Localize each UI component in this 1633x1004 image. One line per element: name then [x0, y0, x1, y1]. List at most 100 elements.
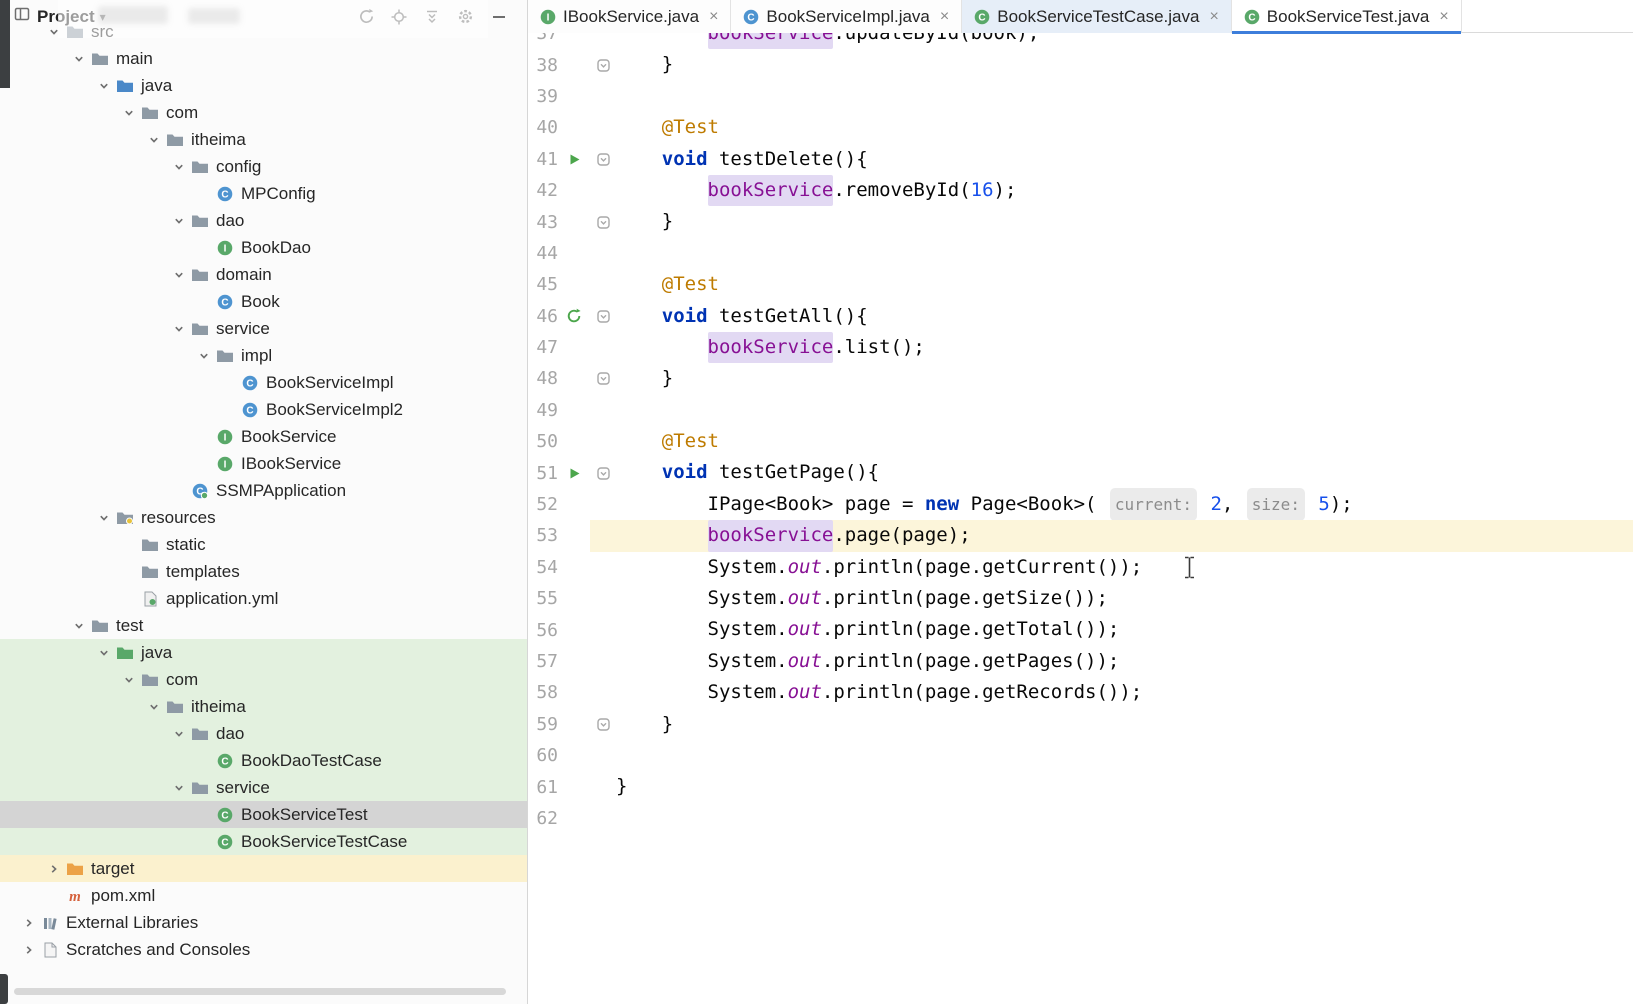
tree-item-external-libraries[interactable]: External Libraries	[0, 909, 528, 936]
code-text[interactable]	[616, 395, 1633, 426]
code-text[interactable]: @Test	[616, 269, 1633, 300]
code-text[interactable]: void testGetPage(){	[616, 457, 1633, 488]
chevron-expanded-icon[interactable]	[68, 53, 90, 65]
tree-item-target[interactable]: target	[0, 855, 528, 882]
rerun-test-icon[interactable]	[558, 308, 590, 324]
run-test-icon[interactable]	[558, 467, 590, 480]
code-text[interactable]: }	[616, 363, 1633, 394]
code-editor[interactable]: 37 bookService .updateById(book); 38 } 39 40…	[528, 33, 1633, 1004]
tree-item-itheima[interactable]: itheima	[0, 693, 528, 720]
code-text[interactable]: }	[616, 49, 1633, 80]
chevron-expanded-icon[interactable]	[43, 26, 65, 38]
code-text[interactable]	[616, 740, 1633, 771]
code-text[interactable]: }	[616, 206, 1633, 237]
chevron-expanded-icon[interactable]	[168, 782, 190, 794]
fold-region-icon[interactable]	[590, 206, 616, 237]
code-text[interactable]: System. out .println(page.getSize());	[616, 583, 1633, 614]
tree-item-scratches-and-consoles[interactable]: Scratches and Consoles	[0, 936, 528, 963]
fold-region-icon[interactable]	[590, 301, 616, 332]
fold-region-icon[interactable]	[590, 709, 616, 740]
tree-item-bookserviceimpl[interactable]: C BookServiceImpl	[0, 369, 528, 396]
chevron-expanded-icon[interactable]	[168, 269, 190, 281]
tree-item-impl[interactable]: impl	[0, 342, 528, 369]
tree-item-pom-xml[interactable]: m pom.xml	[0, 882, 528, 909]
tree-item-resources[interactable]: resources	[0, 504, 528, 531]
close-icon[interactable]: ×	[1439, 8, 1448, 25]
tab-bookserviceimpl-java[interactable]: C BookServiceImpl.java ×	[731, 0, 963, 33]
tree-item-service[interactable]: service	[0, 315, 528, 342]
chevron-expanded-icon[interactable]	[168, 728, 190, 740]
tree-item-itheima[interactable]: itheima	[0, 126, 528, 153]
chevron-expanded-icon[interactable]	[118, 107, 140, 119]
tree-item-config[interactable]: config	[0, 153, 528, 180]
code-text[interactable]	[616, 81, 1633, 112]
tree-item-bookservicetest[interactable]: C BookServiceTest	[0, 801, 528, 828]
tree-item-bookservicetestcase[interactable]: C BookServiceTestCase	[0, 828, 528, 855]
tree-item-service[interactable]: service	[0, 774, 528, 801]
code-text[interactable]: void testDelete(){	[616, 144, 1633, 175]
code-text[interactable]: @Test	[616, 426, 1633, 457]
tree-item-static[interactable]: static	[0, 531, 528, 558]
tree-item-templates[interactable]: templates	[0, 558, 528, 585]
chevron-collapsed-icon[interactable]	[43, 863, 65, 875]
code-text[interactable]: System. out .println(page.getRecords());	[616, 677, 1633, 708]
code-text[interactable]: void testGetAll(){	[616, 301, 1633, 332]
tree-item-java[interactable]: java	[0, 72, 528, 99]
code-text[interactable]: System. out .println(page.getTotal());	[616, 614, 1633, 645]
fold-region-icon[interactable]	[590, 49, 616, 80]
tree-item-mpconfig[interactable]: C MPConfig	[0, 180, 528, 207]
tab-bookservicetestcase-java[interactable]: C BookServiceTestCase.java ×	[962, 0, 1232, 33]
close-icon[interactable]: ×	[1209, 8, 1218, 25]
chevron-expanded-icon[interactable]	[168, 161, 190, 173]
tree-item-book[interactable]: C Book	[0, 288, 528, 315]
horizontal-scrollbar[interactable]	[14, 988, 506, 995]
tree-item-dao[interactable]: dao	[0, 720, 528, 747]
chevron-expanded-icon[interactable]	[168, 215, 190, 227]
tree-item-dao[interactable]: dao	[0, 207, 528, 234]
code-text[interactable]: }	[616, 709, 1633, 740]
close-icon[interactable]: ×	[709, 8, 718, 25]
run-test-icon[interactable]	[558, 153, 590, 166]
chevron-expanded-icon[interactable]	[118, 674, 140, 686]
tab-bookservicetest-java[interactable]: C BookServiceTest.java ×	[1231, 0, 1462, 34]
code-text[interactable]: System. out .println(page.getPages());	[616, 646, 1633, 677]
chevron-collapsed-icon[interactable]	[18, 944, 40, 956]
chevron-collapsed-icon[interactable]	[18, 917, 40, 929]
chevron-expanded-icon[interactable]	[68, 620, 90, 632]
tree-item-ssmpapplication[interactable]: C SSMPApplication	[0, 477, 528, 504]
tree-item-bookservice[interactable]: I BookService	[0, 423, 528, 450]
code-text[interactable]: IPage<Book> page = new Page<Book>( curre…	[616, 487, 1633, 522]
tree-item-com[interactable]: com	[0, 99, 528, 126]
tree-item-com[interactable]: com	[0, 666, 528, 693]
code-text[interactable]: @Test	[616, 112, 1633, 143]
tree-item-main[interactable]: main	[0, 45, 528, 72]
tree-item-java[interactable]: java	[0, 639, 528, 666]
chevron-expanded-icon[interactable]	[143, 701, 165, 713]
chevron-expanded-icon[interactable]	[93, 80, 115, 92]
tree-item-src[interactable]: src	[0, 18, 528, 45]
code-text[interactable]: System. out .println(page.getCurrent());	[616, 552, 1633, 583]
code-text[interactable]: }	[616, 771, 1633, 802]
chevron-expanded-icon[interactable]	[143, 134, 165, 146]
chevron-expanded-icon[interactable]	[168, 323, 190, 335]
code-text[interactable]: bookService .page(page);	[616, 520, 1633, 552]
tree-item-domain[interactable]: domain	[0, 261, 528, 288]
tree-item-ibookservice[interactable]: I IBookService	[0, 450, 528, 477]
fold-region-icon[interactable]	[590, 144, 616, 175]
code-text[interactable]: bookService .removeById(16);	[616, 174, 1633, 207]
tree-item-bookserviceimpl2[interactable]: C BookServiceImpl2	[0, 396, 528, 423]
tree-item-application-yml[interactable]: application.yml	[0, 585, 528, 612]
fold-region-icon[interactable]	[590, 457, 616, 488]
close-icon[interactable]: ×	[940, 8, 949, 25]
fold-region-icon[interactable]	[590, 363, 616, 394]
tree-item-bookdao[interactable]: I BookDao	[0, 234, 528, 261]
tree-item-test[interactable]: test	[0, 612, 528, 639]
code-text[interactable]	[616, 803, 1633, 834]
tab-ibookservice-java[interactable]: I IBookService.java ×	[528, 0, 732, 33]
chevron-expanded-icon[interactable]	[193, 350, 215, 362]
code-text[interactable]: bookService .updateById(book);	[616, 33, 1633, 50]
chevron-expanded-icon[interactable]	[93, 647, 115, 659]
panel-editor-divider[interactable]	[527, 0, 528, 1004]
code-text[interactable]: bookService .list();	[616, 331, 1633, 364]
code-text[interactable]	[616, 238, 1633, 269]
